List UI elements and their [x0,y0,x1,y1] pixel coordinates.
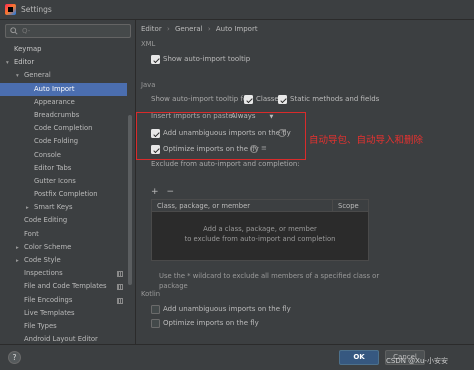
kotlin-optimize-label: Optimize imports on the fly [163,319,259,327]
sidebar-item-editor[interactable]: ▾ Editor [0,56,127,69]
sidebar-item-label: Code Completion [34,124,93,133]
java-section-label: Java [141,81,156,89]
project-scope-icon [117,271,123,278]
table-toolbar: + − [151,187,182,197]
sidebar-item-label: Gutter Icons [34,176,76,185]
sidebar-item-file-encodings[interactable]: File Encodings [0,294,127,307]
sidebar-item-code-style[interactable]: ▸ Code Style [0,254,127,267]
sidebar-item-auto-import[interactable]: Auto Import [0,82,127,96]
sidebar-item-inspections[interactable]: Inspections [0,267,127,280]
exclude-table[interactable]: Class, package, or member Scope Add a cl… [151,199,369,261]
sidebar-item-breadcrumbs[interactable]: Breadcrumbs [0,109,127,122]
annotation-highlight-box [136,112,306,160]
sidebar-item-postfix-completion[interactable]: Postfix Completion [0,188,127,201]
add-icon[interactable]: + [151,187,159,197]
sidebar-item-general[interactable]: ▾ General [0,69,127,82]
sidebar-item-label: General [24,71,51,80]
sidebar-item-label: Postfix Completion [34,190,98,199]
search-icon [10,27,18,35]
empty-text-line2: to exclude from auto-import and completi… [184,235,336,243]
sidebar-item-label: Breadcrumbs [34,110,80,119]
breadcrumb-general[interactable]: General [175,25,203,33]
java-static-methods-checkbox[interactable] [278,95,287,104]
breadcrumb-separator: › [207,25,211,33]
window-title: Settings [21,5,52,14]
settings-search[interactable] [5,24,131,38]
breadcrumb-auto-import: Auto Import [215,25,258,33]
sidebar-item-label: Keymap [14,45,42,53]
help-button[interactable]: ? [8,351,21,364]
exclude-table-area: + − Class, package, or member Scope Add a… [149,187,369,267]
sidebar-item-label: Code Folding [34,137,79,146]
search-input[interactable] [22,27,122,35]
sidebar-item-label: Editor Tabs [34,163,72,172]
sidebar-item-file-and-code-templates[interactable]: File and Code Templates [0,280,127,293]
sidebar-item-editor-tabs[interactable]: Editor Tabs [0,162,127,175]
sidebar-item-code-folding[interactable]: Code Folding [0,135,127,148]
settings-tree: Keymap ▾ Editor ▾ General Auto Import Appearan… [0,43,127,346]
settings-content: Editor › General › Auto Import XML Show … [137,20,474,344]
sidebar-item-label: Live Templates [24,308,75,317]
annotation-label: 自动导包、自动导入和删除 [309,135,424,146]
kotlin-add-unambiguous-label: Add unambiguous imports on the fly [163,305,291,313]
kotlin-section-label: Kotlin [141,290,161,298]
empty-text-line1: Add a class, package, or member [203,225,317,233]
sidebar-item-label: Inspections [24,269,63,278]
project-scope-icon [117,284,123,291]
title-bar: Settings [0,0,474,20]
xml-section-label: XML [141,40,156,48]
java-classes-checkbox[interactable] [244,95,253,104]
sidebar-item-label: Code Style [24,256,61,264]
table-empty-text: Add a class, package, or member to exclu… [152,224,368,244]
sidebar-item-label: Editor [14,58,35,67]
sidebar-item-label: Code Editing [24,216,68,225]
breadcrumb-editor[interactable]: Editor [141,25,162,33]
sidebar-item-smart-keys[interactable]: ▸ Smart Keys [0,201,127,214]
java-static-methods-label: Static methods and fields [290,95,380,103]
sidebar-item-keymap[interactable]: Keymap [0,43,127,56]
sidebar-item-code-completion[interactable]: Code Completion [0,122,127,135]
sidebar-item-code-editing[interactable]: Code Editing [0,214,127,227]
project-scope-icon [117,297,123,304]
xml-show-tooltip-checkbox[interactable] [151,55,160,64]
sidebar-item-label: Appearance [34,97,75,106]
sidebar-item-label: File Encodings [24,295,73,304]
column-separator [332,200,333,212]
sidebar-item-label: Color Scheme [24,242,72,251]
sidebar-item-file-types[interactable]: File Types [0,320,127,333]
sidebar-item-label: File and Code Templates [24,282,107,291]
remove-icon[interactable]: − [167,187,175,197]
intellij-app-icon [5,4,16,15]
settings-sidebar: Keymap ▾Editor▾General Auto Import Appearan… [0,20,136,344]
wildcard-note: Use the * wildcard to exclude all member… [159,272,380,290]
exclude-label: Exclude from auto-import and completion: [151,160,300,168]
sidebar-item-label: Smart Keys [34,203,73,212]
sidebar-item-label: Font [24,229,39,238]
xml-show-tooltip-label: Show auto-import tooltip [163,55,251,63]
ok-button[interactable]: OK [339,350,379,365]
sidebar-item-label: Auto Import [34,84,75,93]
sidebar-item-console[interactable]: Console [0,149,127,162]
sidebar-item-label: Console [34,150,61,159]
breadcrumb: Editor › General › Auto Import [141,23,258,35]
sidebar-item-label: File Types [24,321,57,330]
column-header-class[interactable]: Class, package, or member [157,202,250,210]
sidebar-item-color-scheme[interactable]: ▸ Color Scheme [0,241,127,254]
watermark: CSDN @Xu-小安安 [386,357,448,365]
column-header-scope[interactable]: Scope [338,202,359,210]
sidebar-item-gutter-icons[interactable]: Gutter Icons [0,175,127,188]
kotlin-add-unambiguous-checkbox[interactable] [151,305,160,314]
kotlin-optimize-checkbox[interactable] [151,319,160,328]
table-header: Class, package, or member Scope [152,200,368,212]
sidebar-item-live-templates[interactable]: Live Templates [0,307,127,320]
breadcrumb-separator: › [166,25,170,33]
java-show-tooltip-for-label: Show auto-import tooltip for: [151,95,253,103]
sidebar-item-font[interactable]: Font [0,228,127,241]
sidebar-item-appearance[interactable]: Appearance [0,96,127,109]
sidebar-scrollbar[interactable] [128,115,132,285]
sidebar-item-label: Android Layout Editor [24,335,98,344]
